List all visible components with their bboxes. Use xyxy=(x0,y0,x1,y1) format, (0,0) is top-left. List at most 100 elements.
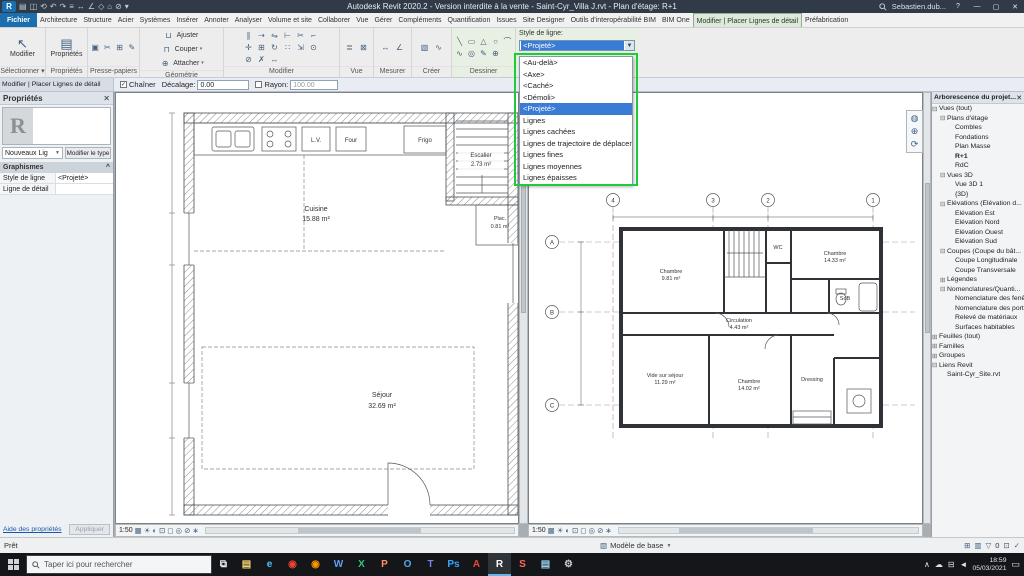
tree-item[interactable]: R+1 xyxy=(932,152,1024,162)
tree-item[interactable]: Coupe Longitudinale xyxy=(932,256,1024,266)
unpin-icon[interactable]: ⊘ xyxy=(243,53,255,65)
hide-isolate-icon[interactable]: ◎ xyxy=(589,526,596,535)
pick-lines-icon[interactable]: ✎ xyxy=(478,47,490,59)
ribbon-tab[interactable]: Issues xyxy=(493,13,519,27)
tree-item[interactable]: {3D} xyxy=(932,190,1024,200)
close-button[interactable]: ✕ xyxy=(1008,3,1022,11)
line-style-option[interactable]: Lignes épaisses xyxy=(520,172,632,184)
left-view-hscrollbar[interactable] xyxy=(205,527,515,534)
save-icon[interactable]: ◫ xyxy=(30,2,38,11)
line-style-option[interactable]: Lignes fines xyxy=(520,149,632,161)
constraints-icon[interactable]: ∗ xyxy=(192,526,198,535)
tray-expand-icon[interactable]: ∧ xyxy=(924,560,930,569)
extend-icon[interactable]: ⊢ xyxy=(282,29,294,41)
worksets-icon[interactable]: ⊞ xyxy=(964,541,970,550)
tree-item[interactable]: ⊟ Vues (tout) xyxy=(932,104,1024,114)
select-pinned-icon[interactable]: ✓ xyxy=(1014,541,1020,550)
angle-dimension-icon[interactable]: ∠ xyxy=(394,41,406,53)
line-style-option[interactable]: <Caché> xyxy=(520,80,632,92)
tree-item[interactable]: Élévation Sud xyxy=(932,237,1024,247)
network-icon[interactable]: ⊟ xyxy=(948,560,955,569)
sun-path-icon[interactable]: ☀ xyxy=(144,526,151,535)
reveal-hidden-icon[interactable]: ⊘ xyxy=(184,526,190,535)
tree-item[interactable]: ⊞ Groupes xyxy=(932,351,1024,361)
chain-checkbox[interactable]: ✓ xyxy=(120,81,127,88)
line-style-option[interactable]: <Axe> xyxy=(520,69,632,81)
scale-icon[interactable]: ⇲ xyxy=(295,41,307,53)
revit-taskbar-icon[interactable]: R xyxy=(488,553,511,576)
ribbon-tab[interactable]: Analyser xyxy=(232,13,265,27)
right-view-hscrollbar[interactable] xyxy=(618,527,919,534)
line-tool-icon[interactable]: ╲ xyxy=(454,35,466,47)
filter-icon[interactable]: ▽ xyxy=(985,541,991,550)
scale-control[interactable]: 1:50 xyxy=(119,527,133,534)
thin-lines-icon[interactable]: ≣ xyxy=(344,41,356,53)
ribbon-tab[interactable]: Site Designer xyxy=(520,13,568,27)
trim-icon[interactable]: ⌐ xyxy=(308,29,320,41)
tree-item[interactable]: Élévation Nord xyxy=(932,218,1024,228)
properties-close-icon[interactable]: ✕ xyxy=(103,94,110,103)
minimize-button[interactable]: — xyxy=(970,3,984,10)
tree-item[interactable]: Plan Masse xyxy=(932,142,1024,152)
maximize-button[interactable]: ▢ xyxy=(989,3,1003,11)
tree-expand-icon[interactable]: ⊟ xyxy=(932,105,939,113)
teams-icon[interactable]: T xyxy=(419,553,442,576)
tree-item[interactable]: Relevé de matériaux xyxy=(932,313,1024,323)
line-style-option[interactable]: Lignes de trajectoire de déplacement xyxy=(520,138,632,150)
tree-expand-icon[interactable]: ⊟ xyxy=(940,200,947,208)
tree-item[interactable]: Nomenclature des fenêtres xyxy=(932,294,1024,304)
visual-style-icon[interactable]: ▦ xyxy=(135,526,142,535)
tree-item[interactable]: ⊟ Plans d'étage xyxy=(932,114,1024,124)
circle-tool-icon[interactable]: ○ xyxy=(490,35,502,47)
powerpoint-icon[interactable]: P xyxy=(373,553,396,576)
tree-expand-icon[interactable]: ⊞ xyxy=(932,342,939,350)
redo-icon[interactable]: ↷ xyxy=(60,2,67,11)
tree-item[interactable]: Coupe Transversale xyxy=(932,266,1024,276)
ribbon-tab[interactable]: Acier xyxy=(115,13,137,27)
tree-item[interactable]: Combles xyxy=(932,123,1024,133)
account-user[interactable]: Sebastien.dub... xyxy=(892,2,946,11)
tree-expand-icon[interactable]: ⊟ xyxy=(940,114,947,122)
aligned-dimension-icon[interactable]: ∠ xyxy=(88,2,95,11)
tree-item[interactable]: Élévation Ouest xyxy=(932,228,1024,238)
taskbar-clock[interactable]: 18:59 05/03/2021 xyxy=(972,557,1006,572)
ribbon-tab[interactable]: Gérer xyxy=(371,13,395,27)
ribbon-tab[interactable]: Modifier | Placer Lignes de détail xyxy=(693,13,802,27)
cut-icon[interactable]: ✂ xyxy=(102,41,112,53)
tree-item[interactable]: ⊟ Nomenclatures/Quanti... xyxy=(932,285,1024,295)
tree-expand-icon[interactable]: ⊟ xyxy=(940,171,947,179)
ribbon-tab[interactable]: Vue xyxy=(353,13,371,27)
ribbon-tab[interactable]: Structure xyxy=(80,13,114,27)
onedrive-icon[interactable]: ☁ xyxy=(935,560,943,569)
mirror-icon[interactable]: ⇋ xyxy=(269,29,281,41)
copy-element-icon[interactable]: ⊞ xyxy=(256,41,268,53)
action-center-icon[interactable]: ▭ xyxy=(1011,559,1020,570)
ribbon-tab[interactable]: Architecture xyxy=(37,13,80,27)
copy-icon[interactable]: ⊞ xyxy=(115,41,125,53)
chrome-icon[interactable]: ◉ xyxy=(281,553,304,576)
firefox-icon[interactable]: ◉ xyxy=(304,553,327,576)
close-hidden-windows-icon[interactable]: ⊠ xyxy=(358,41,370,53)
tree-item[interactable]: ⊞ Familles xyxy=(932,342,1024,352)
delete-icon[interactable]: ✗ xyxy=(256,53,268,65)
editable-only-icon[interactable]: ▥ xyxy=(974,541,981,550)
ribbon-tab[interactable]: Fichier xyxy=(0,13,37,27)
view-rdc[interactable]: L.V. Four Frigo Escalier 2.73 m² Plac. 0… xyxy=(115,92,519,524)
scale-control[interactable]: 1:50 xyxy=(532,527,546,534)
tree-item[interactable]: Fondations xyxy=(932,133,1024,143)
tree-item[interactable]: ⊟ Coupes (Coupe du bât... xyxy=(932,247,1024,257)
pin-icon[interactable]: ⊙ xyxy=(308,41,320,53)
search-icon[interactable] xyxy=(879,3,887,11)
excel-icon[interactable]: X xyxy=(350,553,373,576)
radius-input[interactable]: 100.00 xyxy=(290,80,338,90)
arc-tool-icon[interactable]: ⌒ xyxy=(502,35,514,47)
tree-item[interactable]: Nomenclature des portes xyxy=(932,304,1024,314)
chevron-down-icon[interactable]: ▼ xyxy=(666,543,671,549)
file-explorer-icon[interactable]: ▤ xyxy=(235,553,258,576)
ribbon-tab[interactable]: Préfabrication xyxy=(802,13,851,27)
spline-tool-icon[interactable]: ∿ xyxy=(454,47,466,59)
tree-expand-icon[interactable]: ⊟ xyxy=(940,285,947,293)
reveal-hidden-icon[interactable]: ⊘ xyxy=(597,526,603,535)
tag-icon[interactable]: ◇ xyxy=(98,2,104,11)
sun-path-icon[interactable]: ☀ xyxy=(557,526,564,535)
